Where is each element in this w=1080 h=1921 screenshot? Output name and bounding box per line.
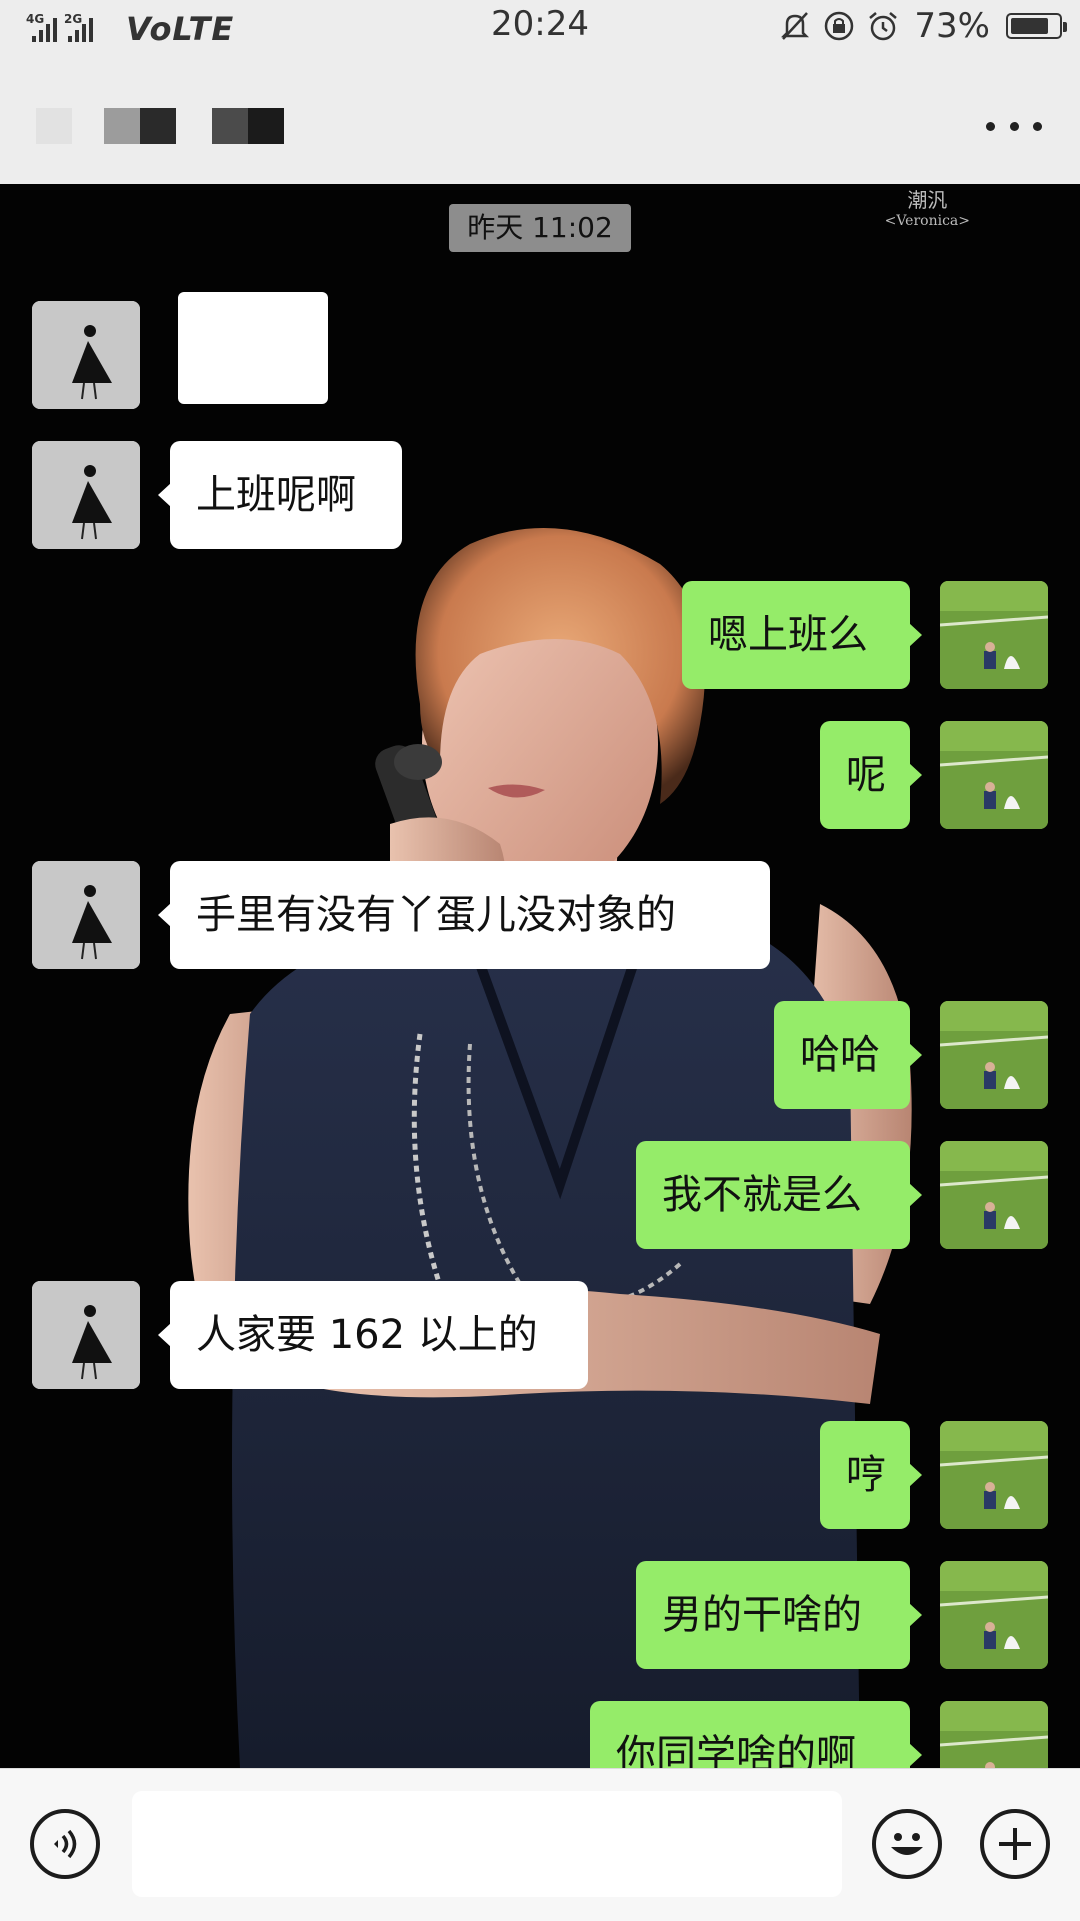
my-avatar[interactable] <box>940 1141 1048 1249</box>
my-avatar[interactable] <box>940 721 1048 829</box>
contact-avatar[interactable] <box>32 861 140 969</box>
voice-icon[interactable] <box>30 1809 100 1879</box>
more-dots-icon[interactable] <box>986 114 1042 138</box>
battery-percent: 73% <box>914 6 990 46</box>
orientation-lock-icon <box>825 11 854 41</box>
outgoing-message-bubble[interactable]: 男的干啥的 <box>636 1561 922 1669</box>
my-avatar[interactable] <box>940 1561 1048 1669</box>
contact-avatar[interactable] <box>32 441 140 549</box>
incoming-message-bubble[interactable]: 上班呢啊 <box>158 441 402 549</box>
my-avatar[interactable] <box>940 1001 1048 1109</box>
contact-avatar[interactable] <box>32 301 140 409</box>
outgoing-message-bubble[interactable]: 哈哈 <box>774 1001 922 1109</box>
mute-icon <box>781 12 810 40</box>
redacted-message-bubble <box>178 292 328 404</box>
my-avatar[interactable] <box>940 1421 1048 1529</box>
chat-wallpaper <box>0 184 1080 1768</box>
my-avatar[interactable] <box>940 1701 1048 1768</box>
contact-avatar[interactable] <box>32 1281 140 1389</box>
outgoing-message-bubble[interactable]: 你同学啥的啊 <box>590 1701 922 1768</box>
chat-title-redacted <box>36 108 284 144</box>
battery-icon <box>1006 13 1067 39</box>
status-bar: 4G 2G VoLTE 20:24 73% <box>0 0 1080 54</box>
message-timestamp: 昨天 11:02 <box>449 204 631 252</box>
outgoing-message-bubble[interactable]: 我不就是么 <box>636 1141 922 1249</box>
outgoing-message-bubble[interactable]: 哼 <box>820 1421 922 1529</box>
watermark: 潮汎 <Veronica> <box>884 188 970 229</box>
incoming-message-bubble[interactable]: 人家要 162 以上的 <box>158 1281 588 1389</box>
message-input[interactable] <box>132 1791 842 1897</box>
chat-area[interactable]: 潮汎 <Veronica> 昨天 11:02 上班呢啊 嗯上班么 呢 手里有没有… <box>0 184 1080 1768</box>
my-avatar[interactable] <box>940 581 1048 689</box>
outgoing-message-bubble[interactable]: 呢 <box>820 721 922 829</box>
emoji-icon[interactable] <box>872 1809 942 1879</box>
alarm-icon <box>869 12 898 41</box>
incoming-message-bubble[interactable]: 手里有没有丫蛋儿没对象的 <box>158 861 770 969</box>
plus-icon[interactable] <box>980 1809 1050 1879</box>
outgoing-message-bubble[interactable]: 嗯上班么 <box>682 581 922 689</box>
chat-header <box>0 54 1080 184</box>
input-bar <box>0 1768 1080 1921</box>
